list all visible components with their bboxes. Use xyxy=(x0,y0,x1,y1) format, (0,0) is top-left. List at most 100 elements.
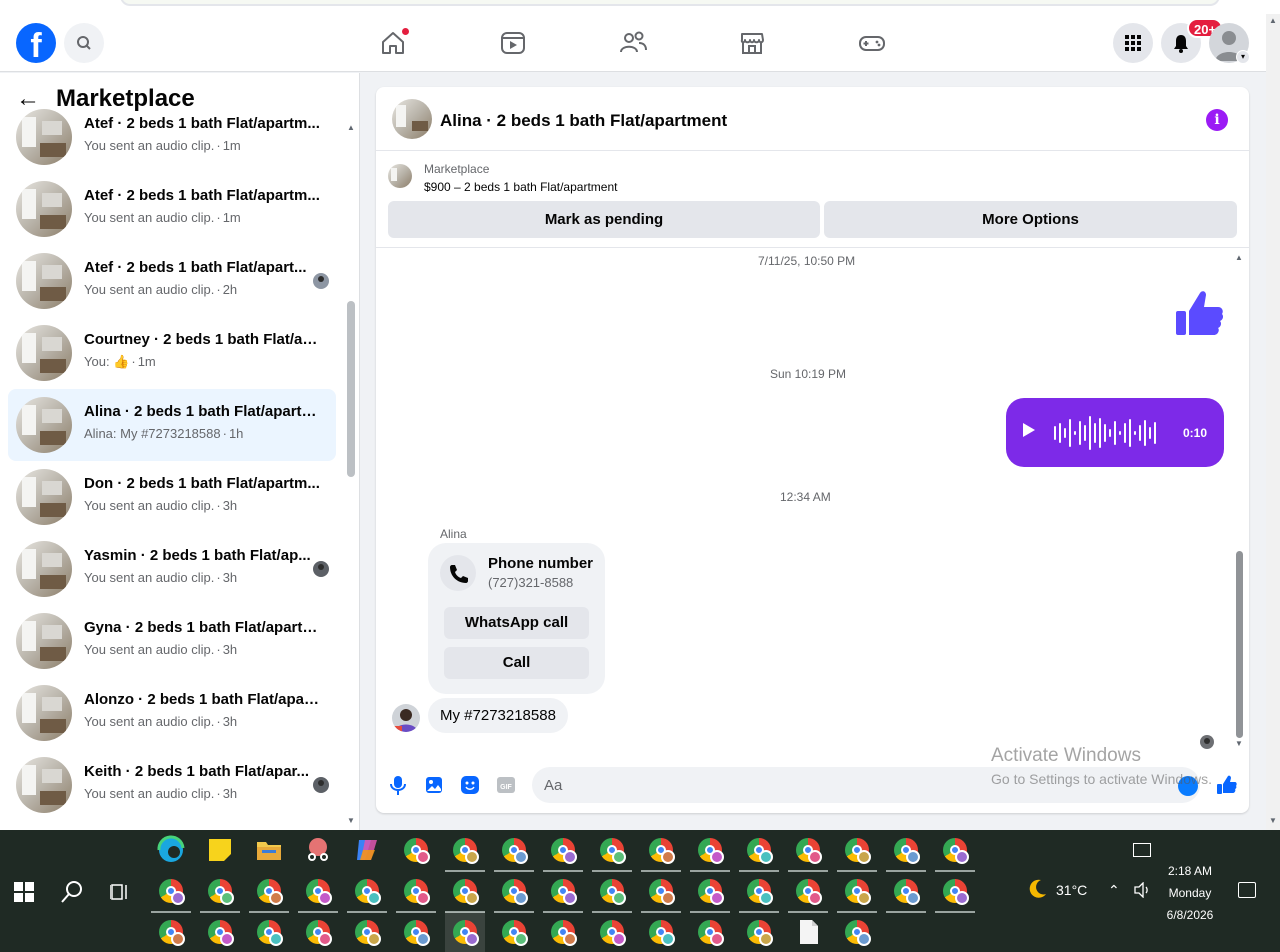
chrome-profile-icon[interactable] xyxy=(592,830,632,872)
listing-summary[interactable]: $900 – 2 beds 1 bath Flat/apartment xyxy=(424,180,617,194)
chrome-profile-icon[interactable] xyxy=(543,912,583,952)
listing-thumbnail[interactable] xyxy=(392,99,432,139)
page-scroll-up-arrow[interactable]: ▲ xyxy=(1269,16,1277,25)
menu-button[interactable] xyxy=(1113,23,1153,63)
more-options-button[interactable]: More Options xyxy=(824,201,1237,238)
action-center-icon[interactable] xyxy=(1238,882,1256,898)
chrome-profile-icon[interactable] xyxy=(298,912,338,952)
chrome-profile-icon[interactable] xyxy=(445,871,485,913)
chrome-profile-icon[interactable] xyxy=(788,830,828,872)
conversation-item[interactable]: Alina · 2 beds 1 bath Flat/apartm... Alin… xyxy=(8,389,336,461)
conversation-item[interactable]: Yasmin · 2 beds 1 bath Flat/ap... You sen… xyxy=(8,533,336,605)
chrome-profile-icon[interactable] xyxy=(396,871,436,913)
mark-as-pending-button[interactable]: Mark as pending xyxy=(388,201,820,238)
chrome-profile-icon[interactable] xyxy=(494,912,534,952)
chrome-profile-icon[interactable] xyxy=(543,871,583,913)
chrome-profile-icon[interactable] xyxy=(347,871,387,913)
conversation-item[interactable]: Courtney · 2 beds 1 bath Flat/ap... You: … xyxy=(8,317,336,389)
whatsapp-call-button[interactable]: WhatsApp call xyxy=(444,607,589,639)
conversation-item[interactable]: Atef · 2 beds 1 bath Flat/apart... You se… xyxy=(8,245,336,317)
chrome-profile-icon[interactable] xyxy=(543,830,583,872)
scroll-down-arrow[interactable]: ▼ xyxy=(347,816,355,825)
marketplace-icon[interactable] xyxy=(737,28,767,58)
chrome-profile-icon[interactable] xyxy=(837,871,877,913)
audio-message[interactable]: 0:10 xyxy=(1006,398,1224,467)
chrome-profile-icon[interactable] xyxy=(837,830,877,872)
page-scroll-down-arrow[interactable]: ▼ xyxy=(1269,816,1277,825)
sender-avatar[interactable] xyxy=(392,704,420,732)
sidebar-scroll-thumb[interactable] xyxy=(347,301,355,477)
chrome-profile-icon[interactable] xyxy=(151,871,191,913)
photo-icon[interactable] xyxy=(423,774,445,796)
chrome-profile-icon[interactable] xyxy=(641,912,681,952)
microphone-icon[interactable] xyxy=(387,774,409,796)
moon-weather-icon[interactable] xyxy=(1026,878,1048,900)
chrome-profile-icon[interactable] xyxy=(739,871,779,913)
snipping-tool-icon[interactable] xyxy=(298,830,338,870)
task-view-icon[interactable] xyxy=(110,882,130,902)
chat-scroll-down-arrow[interactable]: ▼ xyxy=(1235,739,1243,748)
sticker-icon[interactable] xyxy=(459,774,481,796)
file-explorer-icon[interactable] xyxy=(249,830,289,870)
chrome-profile-icon[interactable] xyxy=(298,871,338,913)
chrome-profile-icon[interactable] xyxy=(935,830,975,872)
edge-icon[interactable] xyxy=(151,830,191,870)
chrome-profile-icon[interactable] xyxy=(396,912,436,952)
thumbs-up-send-icon[interactable] xyxy=(1216,774,1238,796)
chrome-profile-icon[interactable] xyxy=(445,830,485,872)
conversation-item[interactable]: Keith · 2 beds 1 bath Flat/apar... You se… xyxy=(8,749,336,821)
network-icon[interactable] xyxy=(1133,843,1151,857)
chrome-profile-icon[interactable] xyxy=(347,912,387,952)
sticky-notes-icon[interactable] xyxy=(200,830,240,870)
chrome-profile-icon[interactable] xyxy=(788,871,828,913)
listing-small-thumbnail[interactable] xyxy=(388,164,412,188)
chat-scroll-up-arrow[interactable]: ▲ xyxy=(1235,253,1243,262)
video-icon[interactable] xyxy=(498,28,528,58)
chrome-profile-icon[interactable] xyxy=(151,912,191,952)
chrome-profile-icon[interactable] xyxy=(494,830,534,872)
chrome-profile-icon[interactable] xyxy=(494,871,534,913)
conversation-item[interactable]: Gyna · 2 beds 1 bath Flat/apartm... You s… xyxy=(8,605,336,677)
chrome-profile-icon[interactable] xyxy=(690,871,730,913)
chrome-profile-icon[interactable] xyxy=(249,871,289,913)
conversation-item[interactable]: Alonzo · 2 beds 1 bath Flat/apart... You … xyxy=(8,677,336,749)
search-button[interactable] xyxy=(64,23,104,63)
chrome-profile-icon[interactable] xyxy=(739,830,779,872)
chrome-profile-icon[interactable] xyxy=(396,830,436,870)
chrome-profile-icon[interactable] xyxy=(200,871,240,913)
system-clock[interactable]: 2:18 AM Monday 6/8/2026 xyxy=(1160,860,1220,926)
speaker-icon[interactable] xyxy=(1133,882,1151,898)
chrome-profile-icon[interactable] xyxy=(690,830,730,872)
page-scrollbar[interactable]: ▲ ▼ xyxy=(1266,14,1280,830)
windows-start-icon[interactable] xyxy=(14,882,34,902)
conversation-item[interactable]: Don · 2 beds 1 bath Flat/apartm... You se… xyxy=(8,461,336,533)
gaming-icon[interactable] xyxy=(857,28,887,58)
facebook-logo[interactable]: f xyxy=(16,23,56,63)
friends-icon[interactable] xyxy=(618,28,648,58)
tray-chevron-icon[interactable]: ⌃ xyxy=(1108,882,1120,899)
weather-temperature[interactable]: 31°C xyxy=(1056,882,1087,898)
chrome-profile-icon[interactable] xyxy=(739,912,779,952)
chrome-profile-icon[interactable] xyxy=(935,871,975,913)
chrome-profile-icon[interactable] xyxy=(592,912,632,952)
chrome-profile-icon[interactable] xyxy=(641,871,681,913)
copilot-icon[interactable] xyxy=(347,830,387,870)
chrome-profile-icon[interactable] xyxy=(837,912,877,952)
play-icon[interactable] xyxy=(1023,423,1035,437)
scroll-up-arrow[interactable]: ▲ xyxy=(347,123,355,132)
info-icon[interactable]: i xyxy=(1206,109,1228,131)
conversation-item[interactable]: Atef · 2 beds 1 bath Flat/apartm... You s… xyxy=(8,101,336,173)
chat-title[interactable]: Alina · 2 beds 1 bath Flat/apartment xyxy=(440,111,727,131)
chrome-profile-icon[interactable] xyxy=(690,912,730,952)
taskbar-search-icon[interactable] xyxy=(60,880,84,904)
document-icon[interactable] xyxy=(788,912,828,952)
chrome-profile-icon[interactable] xyxy=(886,871,926,913)
chrome-profile-icon[interactable] xyxy=(886,830,926,872)
chrome-profile-icon[interactable] xyxy=(249,912,289,952)
chrome-profile-icon[interactable] xyxy=(592,871,632,913)
call-button[interactable]: Call xyxy=(444,647,589,679)
gif-icon[interactable]: GIF xyxy=(495,774,517,796)
chat-scroll-thumb[interactable] xyxy=(1236,551,1243,738)
chrome-profile-icon[interactable] xyxy=(641,830,681,872)
account-chevron-icon[interactable]: ▾ xyxy=(1236,50,1250,64)
